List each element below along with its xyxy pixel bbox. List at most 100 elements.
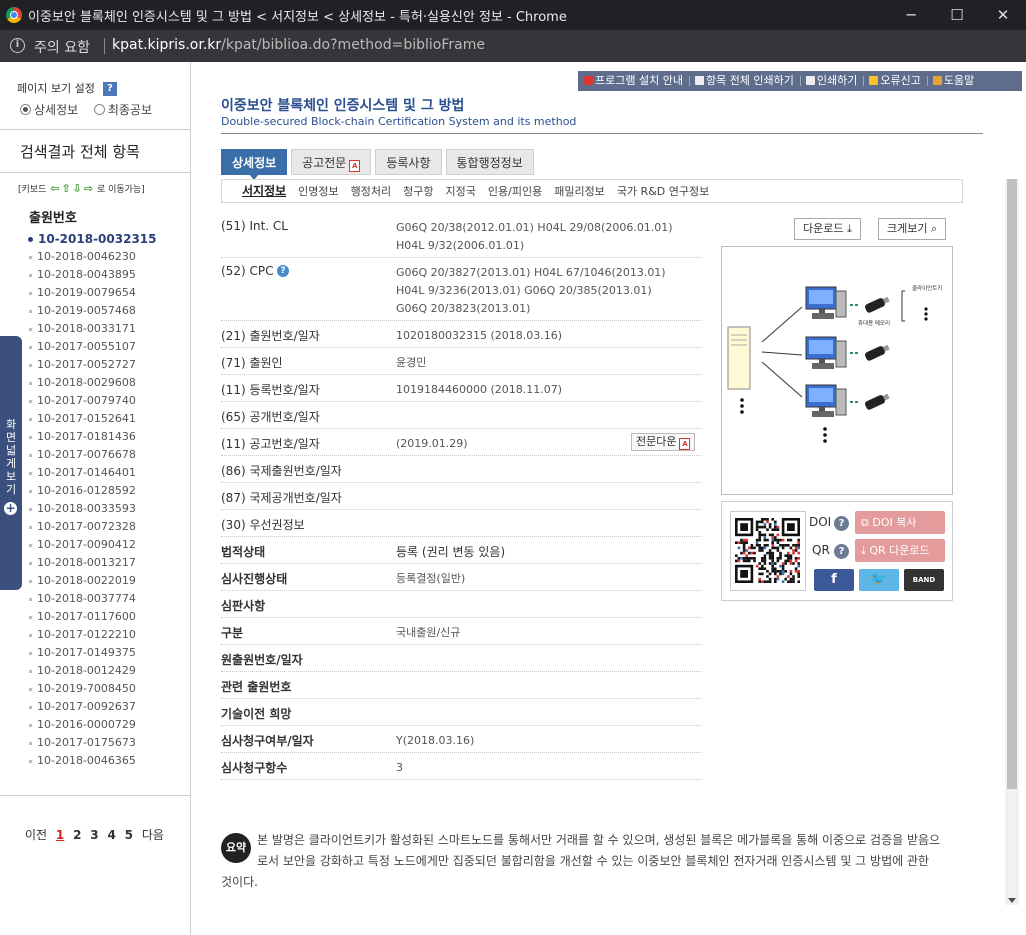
- scroll-down-arrow[interactable]: [1008, 898, 1016, 903]
- biblio-value-line: 3: [396, 761, 403, 774]
- menu-print-all[interactable]: 항목 전체 인쇄하기: [688, 71, 800, 91]
- application-list-item[interactable]: 10-2018-0046230: [29, 250, 157, 268]
- tab-registration[interactable]: 등록사항: [375, 149, 442, 175]
- application-list-item[interactable]: 10-2017-0055107: [29, 340, 157, 358]
- application-list-item[interactable]: 10-2017-0076678: [29, 448, 157, 466]
- application-list-item[interactable]: 10-2018-0022019: [29, 574, 157, 592]
- keyboard-hint: [키보드 ⇦ ⇧ ⇩ ⇨ 로 이동가능]: [18, 182, 145, 195]
- application-list-item[interactable]: 10-2018-0043895: [29, 268, 157, 286]
- subtab-claims[interactable]: 청구항: [397, 181, 439, 203]
- application-number: 10-2017-0092637: [37, 700, 136, 713]
- application-list-item[interactable]: 10-2016-0000729: [29, 718, 157, 736]
- pager-page-4[interactable]: 4: [107, 828, 115, 842]
- application-list-item[interactable]: 10-2018-0029608: [29, 376, 157, 394]
- radio-detail-label[interactable]: 상세정보: [34, 103, 78, 117]
- biblio-row: (11) 공고번호/일자 (2019.01.29) 전문다운 A: [221, 429, 701, 456]
- maximize-button[interactable]: ☐: [934, 0, 980, 30]
- application-list-item[interactable]: 10-2017-0152641: [29, 412, 157, 430]
- facebook-share-button[interactable]: f: [814, 569, 854, 591]
- application-list-item[interactable]: 10-2018-0032315: [28, 232, 157, 250]
- application-list-item[interactable]: 10-2017-0079740: [29, 394, 157, 412]
- tab-detail[interactable]: 상세정보: [221, 149, 288, 180]
- doi-copy-button[interactable]: ⧉ DOI 복사: [855, 511, 945, 534]
- application-list-item[interactable]: 10-2017-0181436: [29, 430, 157, 448]
- radio-final[interactable]: [93, 104, 105, 115]
- application-list-item[interactable]: 10-2018-0037774: [29, 592, 157, 610]
- menu-install-guide[interactable]: 프로그램 설치 안내: [578, 71, 689, 91]
- application-number: 10-2018-0033171: [37, 322, 136, 335]
- application-list-item[interactable]: 10-2018-0046365: [29, 754, 157, 772]
- scrollbar[interactable]: [1005, 179, 1019, 905]
- qr-download-button[interactable]: ⤓ QR 다운로드: [855, 539, 945, 562]
- application-list-item[interactable]: 10-2017-0052727: [29, 358, 157, 376]
- security-warning[interactable]: 주의 요함: [34, 37, 90, 57]
- application-list-item[interactable]: 10-2017-0117600: [29, 610, 157, 628]
- help-icon[interactable]: ?: [277, 265, 289, 277]
- menu-help[interactable]: 도움말: [926, 71, 980, 91]
- divider: [0, 129, 190, 130]
- twitter-share-button[interactable]: 🐦: [859, 569, 899, 591]
- help-icon[interactable]: ?: [834, 544, 849, 559]
- help-icon[interactable]: ?: [102, 82, 117, 96]
- subtab-admin[interactable]: 행정처리: [345, 181, 397, 203]
- help-icon[interactable]: ?: [834, 516, 849, 531]
- radio-final-label[interactable]: 최종공보: [108, 103, 152, 117]
- application-list-item[interactable]: 10-2017-0149375: [29, 646, 157, 664]
- application-list-item[interactable]: 10-2018-0013217: [29, 556, 157, 574]
- pager-next[interactable]: 다음: [142, 828, 164, 842]
- dot: [823, 433, 827, 437]
- application-list-item[interactable]: 10-2017-0175673: [29, 736, 157, 754]
- subtab-citations[interactable]: 인용/피인용: [482, 181, 548, 203]
- band-share-button[interactable]: BAND: [904, 569, 944, 591]
- expand-view-tab[interactable]: 화면넓게보기 +: [0, 336, 22, 590]
- pager-page-3[interactable]: 3: [90, 828, 98, 842]
- pager-page-2[interactable]: 2: [73, 828, 81, 842]
- application-list-item[interactable]: 10-2017-0090412: [29, 538, 157, 556]
- bullet-icon: [29, 255, 32, 259]
- download-button[interactable]: 다운로드 ⤓: [794, 218, 861, 240]
- pager-page-1[interactable]: 1: [56, 828, 64, 842]
- application-list-item[interactable]: 10-2019-0079654: [29, 286, 157, 304]
- menu-report-error[interactable]: 오류신고: [863, 71, 926, 91]
- document-subtitle: Double-secured Block-chain Certification…: [221, 115, 577, 128]
- application-list-item[interactable]: 10-2017-0122210: [29, 628, 157, 646]
- info-icon[interactable]: i: [10, 38, 25, 53]
- pdf-icon: A: [349, 160, 361, 172]
- pager-page-5[interactable]: 5: [125, 828, 133, 842]
- representative-drawing[interactable]: 클라이언트키 휴대용 메모리: [721, 246, 953, 495]
- pdf-icon: A: [679, 438, 691, 450]
- pager-prev[interactable]: 이전: [25, 828, 47, 842]
- menu-print[interactable]: 인쇄하기: [799, 71, 863, 91]
- application-list-item[interactable]: 10-2017-0146401: [29, 466, 157, 484]
- address-bar[interactable]: i 주의 요함 kpat.kipris.or.kr/kpat/biblioa.d…: [0, 30, 1026, 62]
- application-list-item[interactable]: 10-2016-0128592: [29, 484, 157, 502]
- keyboard-hint-prefix: [키보드: [18, 185, 47, 195]
- application-list-item[interactable]: 10-2018-0033171: [29, 322, 157, 340]
- subtab-countries[interactable]: 지정국: [440, 181, 482, 203]
- subtab-rnd[interactable]: 국가 R&D 연구정보: [611, 181, 715, 203]
- subtab-biblio[interactable]: 서지정보: [236, 180, 292, 202]
- biblio-value-line: H04L 9/3236(2013.01) G06Q 20/385(2013.01…: [396, 284, 652, 297]
- url-text[interactable]: kpat.kipris.or.kr/kpat/biblioa.do?method…: [112, 37, 485, 53]
- application-list-item[interactable]: 10-2019-0057468: [29, 304, 157, 322]
- scrollbar-thumb[interactable]: [1007, 179, 1017, 789]
- qr-label: QR: [812, 543, 830, 557]
- application-list-item[interactable]: 10-2017-0072328: [29, 520, 157, 538]
- radio-detail[interactable]: [20, 104, 31, 115]
- zoom-button[interactable]: 크게보기 ⌕: [878, 218, 947, 240]
- link-line: [761, 351, 803, 356]
- bullet-icon: [29, 273, 32, 277]
- fulltext-download-button[interactable]: 전문다운 A: [631, 433, 696, 451]
- tab-publication[interactable]: 공고전문 A: [291, 149, 372, 175]
- tab-admin-info[interactable]: 통합행정정보: [445, 149, 534, 175]
- application-list-item[interactable]: 10-2019-7008450: [29, 682, 157, 700]
- subtab-family[interactable]: 패밀리정보: [548, 181, 611, 203]
- biblio-value: 국내출원/신규: [396, 624, 460, 642]
- application-number: 10-2018-0013217: [37, 556, 136, 569]
- application-list-item[interactable]: 10-2018-0012429: [29, 664, 157, 682]
- application-list-item[interactable]: 10-2017-0092637: [29, 700, 157, 718]
- close-button[interactable]: ✕: [980, 0, 1026, 30]
- subtab-persons[interactable]: 인명정보: [292, 181, 344, 203]
- minimize-button[interactable]: ─: [888, 0, 934, 30]
- application-list-item[interactable]: 10-2018-0033593: [29, 502, 157, 520]
